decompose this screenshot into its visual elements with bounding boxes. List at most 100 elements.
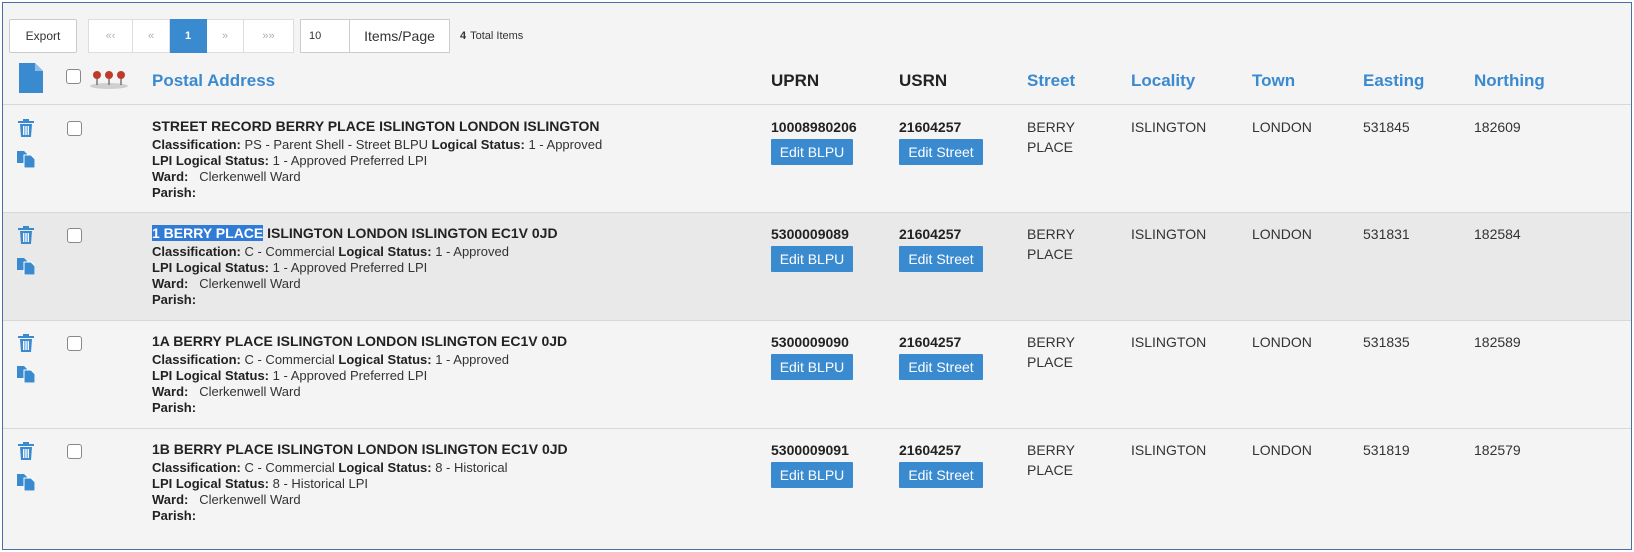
ward-line: Ward: Clerkenwell Ward (152, 384, 752, 400)
document-icon[interactable] (19, 63, 43, 98)
header-locality[interactable]: Locality (1131, 71, 1195, 91)
lpi-status-line: LPI Logical Status: 1 - Approved Preferr… (152, 153, 752, 169)
address-title[interactable]: 1A BERRY PLACE ISLINGTON LONDON ISLINGTO… (152, 332, 752, 352)
pins-icon[interactable] (89, 69, 129, 94)
toolbar: Export «‹ « 1 » »» 10 Items/Page 4 Total … (9, 19, 523, 53)
edit-street-button[interactable]: Edit Street (899, 139, 983, 165)
uprn-cell: 5300009089 Edit BLPU (771, 224, 853, 272)
lpi-status-value: 1 - Approved Preferred LPI (272, 260, 428, 275)
street-line-2: PLACE (1027, 354, 1073, 370)
ward-line: Ward: Clerkenwell Ward (152, 492, 752, 508)
total-items-count: 4 (460, 30, 467, 42)
postal-address-cell: 1 BERRY PLACE ISLINGTON LONDON ISLINGTON… (152, 224, 752, 308)
edit-blpu-button[interactable]: Edit BLPU (771, 246, 853, 272)
parish-line: Parish: (152, 292, 752, 308)
parish-label: Parish: (152, 292, 197, 307)
lpi-status-value: 1 - Approved Preferred LPI (272, 368, 428, 383)
first-page-button[interactable]: «‹ (88, 19, 133, 53)
edit-blpu-button[interactable]: Edit BLPU (771, 462, 853, 488)
street-line-1: BERRY (1027, 334, 1075, 350)
address-title[interactable]: 1B BERRY PLACE ISLINGTON LONDON ISLINGTO… (152, 440, 752, 460)
next-page-button[interactable]: » (207, 19, 244, 53)
usrn-cell: 21604257 Edit Street (899, 440, 983, 488)
pagination: «‹ « 1 » »» (88, 19, 294, 53)
row-checkbox[interactable] (67, 336, 82, 351)
address-text: STREET RECORD BERRY PLACE ISLINGTON LOND… (152, 118, 600, 134)
header-street[interactable]: Street (1027, 71, 1075, 91)
ward-line: Ward: Clerkenwell Ward (152, 276, 752, 292)
header-postal-address[interactable]: Postal Address (152, 71, 275, 91)
edit-blpu-button[interactable]: Edit BLPU (771, 354, 853, 380)
usrn-cell: 21604257 Edit Street (899, 117, 983, 165)
address-title[interactable]: 1 BERRY PLACE ISLINGTON LONDON ISLINGTON… (152, 224, 752, 244)
copy-icon[interactable] (17, 151, 36, 173)
items-per-page-input[interactable]: 10 (300, 19, 350, 53)
parish-label: Parish: (152, 508, 197, 523)
usrn-value: 21604257 (899, 226, 962, 242)
trash-icon[interactable] (18, 442, 34, 465)
header-uprn: UPRN (771, 71, 820, 90)
edit-blpu-button[interactable]: Edit BLPU (771, 139, 853, 165)
northing-cell: 182579 (1474, 442, 1521, 458)
ward-label: Ward: (152, 492, 189, 507)
trash-icon[interactable] (18, 119, 34, 142)
uprn-cell: 5300009091 Edit BLPU (771, 440, 853, 488)
row-checkbox[interactable] (67, 121, 82, 136)
parish-line: Parish: (152, 400, 752, 416)
classification-label: Classification: (152, 137, 241, 152)
header-town[interactable]: Town (1252, 71, 1295, 91)
locality-cell: ISLINGTON (1131, 334, 1207, 350)
trash-icon[interactable] (18, 226, 34, 249)
parish-label: Parish: (152, 400, 197, 415)
edit-street-button[interactable]: Edit Street (899, 246, 983, 272)
street-line-1: BERRY (1027, 226, 1075, 242)
address-highlight: 1 BERRY PLACE (152, 225, 264, 241)
last-page-button[interactable]: »» (244, 19, 294, 53)
trash-icon[interactable] (18, 334, 34, 357)
street-line-2: PLACE (1027, 246, 1073, 262)
copy-icon[interactable] (17, 366, 36, 388)
address-text: ISLINGTON LONDON ISLINGTON EC1V 0JD (263, 225, 558, 241)
row-checkbox[interactable] (67, 228, 82, 243)
ward-label: Ward: (152, 384, 189, 399)
locality-cell: ISLINGTON (1131, 442, 1207, 458)
uprn-cell: 5300009090 Edit BLPU (771, 332, 853, 380)
parish-line: Parish: (152, 185, 752, 201)
classification-line: Classification: C - Commercial Logical S… (152, 244, 752, 260)
classification-value: C - Commercial (244, 352, 335, 367)
copy-icon[interactable] (17, 258, 36, 280)
table-row: 1B BERRY PLACE ISLINGTON LONDON ISLINGTO… (3, 429, 1631, 549)
row-checkbox[interactable] (67, 444, 82, 459)
street-line-1: BERRY (1027, 442, 1075, 458)
usrn-cell: 21604257 Edit Street (899, 332, 983, 380)
postal-address-cell: 1A BERRY PLACE ISLINGTON LONDON ISLINGTO… (152, 332, 752, 416)
ward-value: Clerkenwell Ward (199, 384, 301, 399)
prev-page-button[interactable]: « (133, 19, 170, 53)
classification-label: Classification: (152, 244, 241, 259)
town-cell: LONDON (1252, 119, 1312, 135)
street-line-1: BERRY (1027, 119, 1075, 135)
logical-status-label: Logical Status: (338, 352, 432, 367)
header-northing[interactable]: Northing (1474, 71, 1545, 91)
table-row: 1 BERRY PLACE ISLINGTON LONDON ISLINGTON… (3, 213, 1631, 321)
usrn-value: 21604257 (899, 334, 962, 350)
usrn-value: 21604257 (899, 119, 962, 135)
lpi-status-line: LPI Logical Status: 8 - Historical LPI (152, 476, 752, 492)
lpi-status-value: 8 - Historical LPI (272, 476, 369, 491)
classification-label: Classification: (152, 352, 241, 367)
current-page-button[interactable]: 1 (170, 19, 207, 53)
ward-value: Clerkenwell Ward (199, 169, 301, 184)
header-easting[interactable]: Easting (1363, 71, 1424, 91)
northing-cell: 182584 (1474, 226, 1521, 242)
street-cell: BERRY PLACE (1027, 332, 1075, 372)
edit-street-button[interactable]: Edit Street (899, 354, 983, 380)
copy-icon[interactable] (17, 474, 36, 496)
edit-street-button[interactable]: Edit Street (899, 462, 983, 488)
uprn-value: 5300009090 (771, 334, 849, 350)
ward-value: Clerkenwell Ward (199, 276, 301, 291)
select-all-checkbox[interactable] (66, 69, 81, 84)
total-items: 4 Total Items (460, 30, 523, 42)
address-title[interactable]: STREET RECORD BERRY PLACE ISLINGTON LOND… (152, 117, 752, 137)
export-button[interactable]: Export (9, 19, 77, 53)
logical-status-value: 1 - Approved (435, 244, 509, 259)
